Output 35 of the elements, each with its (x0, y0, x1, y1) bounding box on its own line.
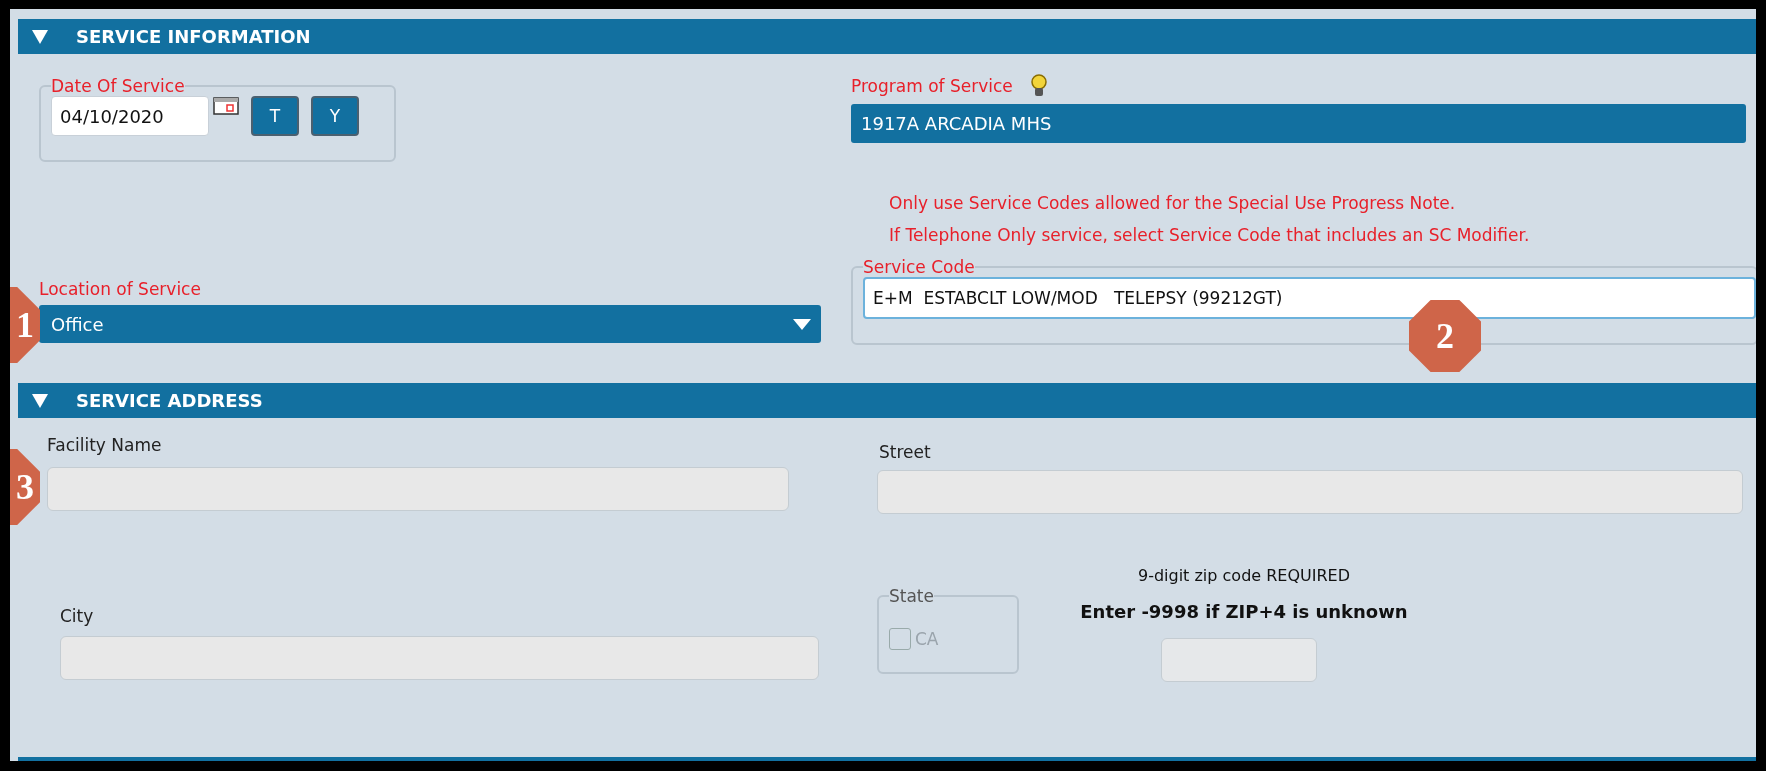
calendar-icon[interactable] (213, 97, 239, 115)
section-title: SERVICE ADDRESS (76, 390, 263, 411)
facility-name-field[interactable] (47, 467, 789, 511)
date-shortcut-button[interactable]: T (251, 96, 299, 136)
collapse-icon[interactable] (32, 393, 48, 408)
collapse-icon[interactable] (32, 29, 48, 44)
field-label: City (60, 606, 95, 626)
location-dropdown[interactable]: Office (39, 305, 821, 343)
warning-note: Only use Service Codes allowed for the Special Use Progress Note. (889, 192, 1457, 215)
field-label: Date Of Service (51, 76, 185, 96)
service-code-field[interactable]: E+M ESTABCLT LOW/MOD TELEPSY (99212GT) (863, 277, 1756, 319)
dropdown-arrow-icon (793, 318, 811, 330)
field-label: Location of Service (39, 279, 202, 299)
program-field[interactable]: 1917A ARCADIA MHS (851, 104, 1746, 143)
lightbulb-icon[interactable] (1030, 74, 1047, 98)
number-badge: 2 (1409, 300, 1481, 372)
number-badge: 1 (10, 287, 40, 363)
date-shortcut-button[interactable]: Y (311, 96, 359, 136)
city-field[interactable] (60, 636, 819, 680)
section-header[interactable]: SERVICE ADDRESS (18, 383, 1756, 418)
field-label: Service Code (863, 257, 975, 277)
field-label: Street (879, 442, 932, 462)
field-label: Facility Name (47, 435, 163, 455)
checkbox-label: CA (915, 629, 939, 649)
zip-note: 9-digit zip code REQUIRED (1137, 566, 1351, 585)
field-label: State (889, 586, 934, 606)
section-header[interactable]: SERVICE INFORMATION (18, 19, 1756, 54)
zip-note: Enter -9998 if ZIP+4 is unknown (1080, 601, 1408, 622)
date-field[interactable]: 04/10/2020 (51, 96, 209, 136)
field-label: Program of Service (851, 76, 1013, 96)
street-field[interactable] (877, 470, 1743, 514)
zip-field[interactable] (1161, 638, 1317, 682)
number-badge: 3 (10, 449, 40, 525)
section-title: SERVICE INFORMATION (76, 26, 311, 47)
warning-note: If Telephone Only service, select Service Code that includes an SC Modifier. (889, 224, 1531, 247)
